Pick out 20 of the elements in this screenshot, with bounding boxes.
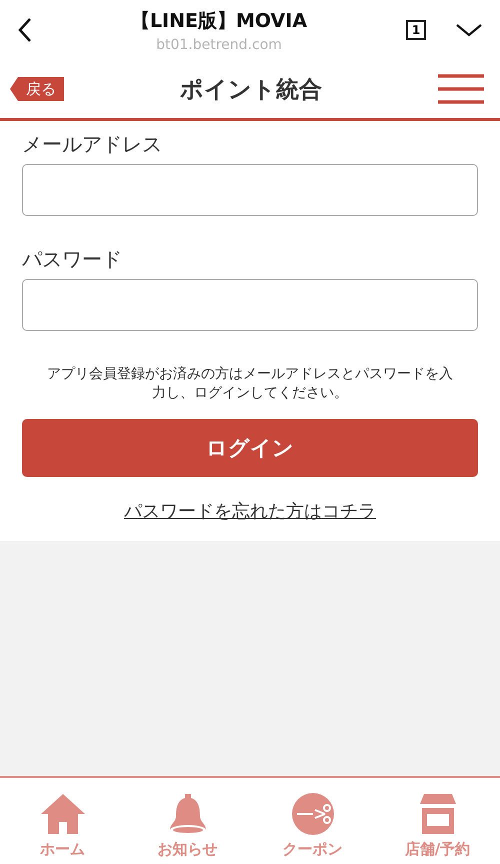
field-label: メールアドレス [22, 131, 163, 158]
instruction-text: アプリ会員登録がお済みの方はメールアドレスとパスワードを入力し、ログインしてください。 [46, 365, 454, 403]
chevron-down-icon[interactable] [456, 23, 482, 37]
menu-icon[interactable] [438, 74, 484, 104]
field-label: パスワード [22, 246, 123, 273]
forgot-password-link[interactable]: パスワードを忘れた方はコチラ [124, 498, 376, 523]
url-text: bt01.betrend.com [156, 36, 282, 52]
input-field[interactable] [22, 164, 478, 216]
home-icon [40, 792, 84, 836]
nav-label[interactable]: お知らせ [158, 840, 218, 859]
login-button[interactable]: ログイン [22, 418, 478, 477]
scissors-icon [290, 792, 334, 836]
page-title: 【LINE版】MOVIA [130, 8, 308, 34]
input-field[interactable] [22, 279, 478, 331]
nav-label[interactable]: ホーム [40, 840, 85, 859]
nav-label[interactable]: 店舗/予約 [404, 840, 470, 859]
nav-label[interactable]: クーポン [282, 840, 342, 859]
tab-count[interactable]: 1 [406, 20, 426, 40]
header-title: ポイント統合 [179, 76, 323, 104]
back-button[interactable]: 戻る [10, 77, 64, 101]
